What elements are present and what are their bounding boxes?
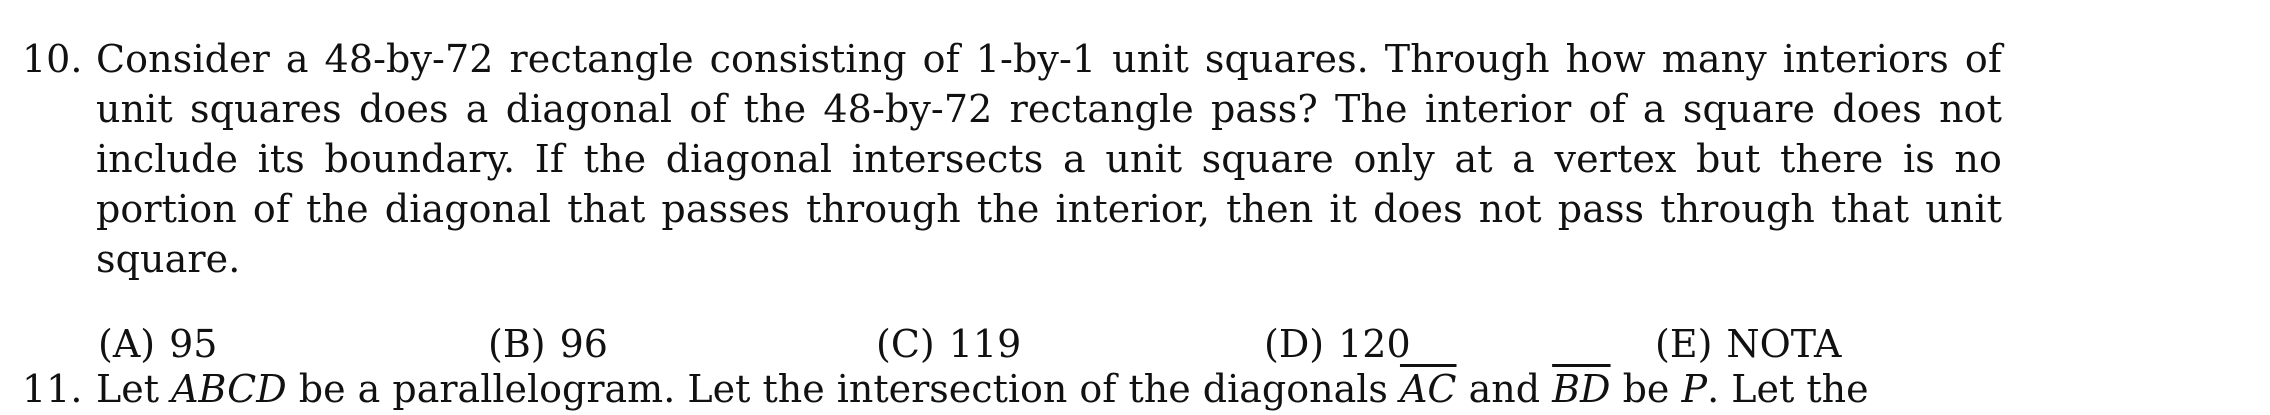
choice-letter: (C) — [876, 322, 935, 366]
choice-value: 95 — [169, 322, 218, 366]
problem-number: 11. — [22, 367, 83, 411]
choice-letter: (E) — [1655, 322, 1713, 366]
problem-text-be: be — [1610, 367, 1682, 411]
figure-name: ABCD — [171, 367, 287, 411]
choice-value: 120 — [1338, 322, 1411, 366]
diagonal-ac: AC — [1399, 367, 1457, 411]
choice-letter: (D) — [1264, 322, 1325, 366]
answer-choices: (A) 95 (B) 96 (C) 119 (D) 120 (E) NOTA — [22, 319, 2002, 369]
choice-value: 96 — [559, 322, 608, 366]
problem-text-mid: be a parallelogram. Let the intersection… — [286, 367, 1400, 411]
problem-text-end: . Let the — [1707, 367, 1869, 411]
problem-text-and: and — [1456, 367, 1553, 411]
choice-value: 119 — [948, 322, 1022, 366]
choice-a: (A) 95 — [98, 319, 217, 369]
choice-letter: (B) — [488, 322, 546, 366]
choice-c: (C) 119 — [876, 319, 1021, 369]
choice-b: (B) 96 — [488, 319, 608, 369]
choice-e: (E) NOTA — [1655, 319, 1842, 369]
problem-text-start: Let — [96, 367, 172, 411]
choice-value: NOTA — [1726, 322, 1842, 366]
point-p: P — [1681, 367, 1708, 411]
problem-10: 10. Consider a 48-by-72 rectangle consis… — [22, 34, 2002, 366]
choice-d: (D) 120 — [1264, 319, 1411, 369]
problem-number: 10. — [22, 37, 83, 81]
problem-11-partial: 11. Let ABCD be a parallelogram. Let the … — [22, 364, 1869, 414]
problem-text: Consider a 48-by-72 rectangle consisting… — [96, 37, 2002, 281]
choice-letter: (A) — [98, 322, 156, 366]
diagonal-bd: BD — [1552, 367, 1611, 411]
